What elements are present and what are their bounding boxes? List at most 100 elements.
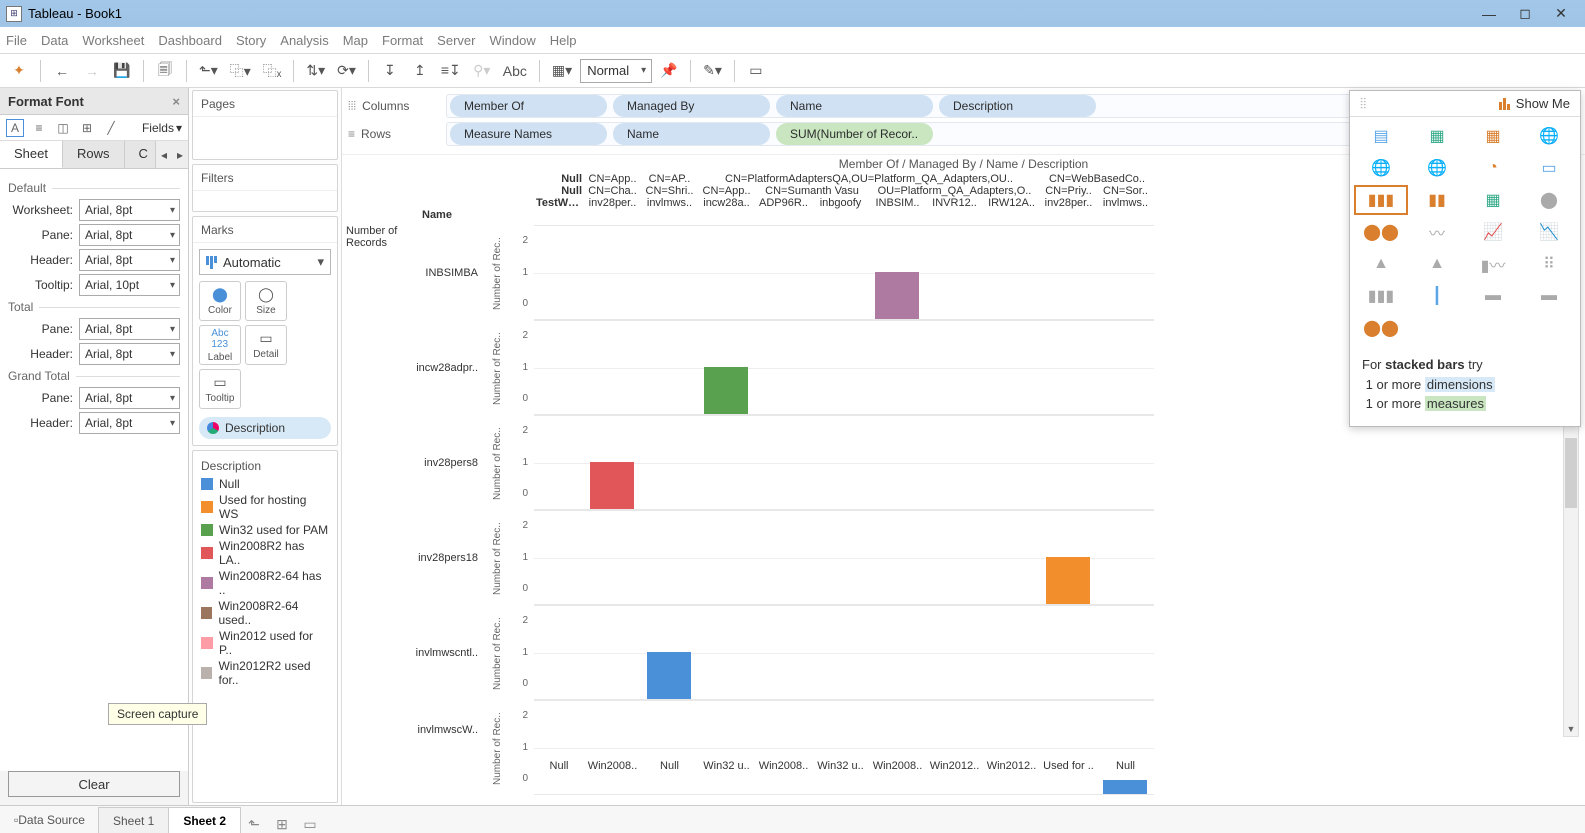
presentation-button[interactable]: ▭ <box>743 58 769 84</box>
sort-asc-button[interactable]: ↧ <box>377 58 403 84</box>
menu-help[interactable]: Help <box>550 33 577 48</box>
showme-text-table[interactable]: ▤ <box>1354 121 1408 151</box>
showme-circle[interactable]: ⬤ <box>1522 185 1576 215</box>
showme-line-disc[interactable]: 📈 <box>1466 217 1520 247</box>
showme-pie[interactable]: ◔ <box>1466 153 1520 183</box>
showme-gantt[interactable]: ▬ <box>1466 281 1520 311</box>
group-button[interactable]: ≡↧ <box>437 58 465 84</box>
legend-item[interactable]: Null <box>201 477 329 491</box>
format-fields-dropdown[interactable]: Fields▾ <box>142 121 182 135</box>
showme-symbol-map[interactable]: 🌐 <box>1522 121 1576 151</box>
legend-item[interactable]: Win2012 used for P.. <box>201 629 329 657</box>
showme-highlight-table[interactable]: ▦ <box>1466 121 1520 151</box>
show-me-grip-icon[interactable]: ⦙⦙ <box>1360 95 1366 112</box>
view-mode-select[interactable]: Normal <box>580 59 652 83</box>
show-me-title[interactable]: Show Me <box>1516 96 1570 111</box>
bar[interactable] <box>590 462 634 510</box>
showme-side-circle[interactable]: ⬤⬤ <box>1354 217 1408 247</box>
close-button[interactable]: ✕ <box>1543 3 1579 25</box>
showme-packed-bubble[interactable]: ⬤⬤ <box>1354 313 1408 343</box>
swap-button[interactable]: ⇅▾ <box>302 58 329 84</box>
marks-description-pill[interactable]: Description <box>199 417 331 439</box>
new-worksheet-button[interactable]: ⬑▾ <box>195 58 222 84</box>
bar[interactable] <box>1046 557 1090 605</box>
legend-item[interactable]: Win2008R2-64 has .. <box>201 569 329 597</box>
marks-detail-button[interactable]: ▭Detail <box>245 325 287 365</box>
showme-hbar[interactable]: ▭ <box>1522 153 1576 183</box>
legend-item[interactable]: Used for hosting WS <box>201 493 329 521</box>
format-alignment-icon[interactable]: ≡ <box>30 119 48 137</box>
fmt-gt-pane-select[interactable]: Arial, 8pt <box>79 387 180 409</box>
format-tab-next[interactable]: ▸ <box>172 141 188 168</box>
bar[interactable] <box>1103 780 1147 794</box>
bar[interactable] <box>875 272 919 320</box>
clear-sheet-button[interactable]: ⿻ₓ <box>259 58 286 84</box>
format-tab-prev[interactable]: ◂ <box>156 141 172 168</box>
scroll-thumb[interactable] <box>1565 438 1577 508</box>
highlight-format-button[interactable]: ✎▾ <box>699 58 726 84</box>
fmt-tooltip-select[interactable]: Arial, 10pt <box>79 274 180 296</box>
col-pill-name[interactable]: Name <box>776 95 933 117</box>
marks-tooltip-button[interactable]: ▭Tooltip <box>199 369 241 409</box>
bar[interactable] <box>647 652 691 700</box>
showme-line-cont[interactable]: 〰 <box>1410 217 1464 247</box>
showme-histogram[interactable]: ▮▮▮ <box>1354 281 1408 311</box>
filters-card[interactable]: Filters <box>192 164 338 212</box>
marks-color-button[interactable]: ⬤Color <box>199 281 241 321</box>
col-pill-memberof[interactable]: Member Of <box>450 95 607 117</box>
fmt-header-select[interactable]: Arial, 8pt <box>79 249 180 271</box>
menu-file[interactable]: File <box>6 33 27 48</box>
menu-dashboard[interactable]: Dashboard <box>158 33 222 48</box>
marks-type-select[interactable]: Automatic <box>199 249 331 275</box>
legend-item[interactable]: Win2008R2 has LA.. <box>201 539 329 567</box>
col-pill-managedby[interactable]: Managed By <box>613 95 770 117</box>
scroll-down-icon[interactable]: ▼ <box>1564 722 1578 736</box>
legend-item[interactable]: Win32 used for PAM <box>201 523 329 537</box>
menu-window[interactable]: Window <box>489 33 535 48</box>
duplicate-button[interactable]: ⿻▾ <box>226 58 255 84</box>
format-panel-close[interactable]: × <box>172 94 180 109</box>
minimize-button[interactable]: — <box>1471 3 1507 25</box>
row-pill-name[interactable]: Name <box>613 123 770 145</box>
format-shading-icon[interactable]: ◫ <box>54 119 72 137</box>
showme-map[interactable]: 🌐 <box>1354 153 1408 183</box>
bar[interactable] <box>704 367 748 415</box>
format-tab-columns[interactable]: C <box>125 141 157 168</box>
showme-treemap[interactable]: ▦ <box>1466 185 1520 215</box>
showme-heatmap[interactable]: ▦ <box>1410 121 1464 151</box>
showme-stacked-bar[interactable]: ▮▮▮ <box>1354 185 1408 215</box>
menu-analysis[interactable]: Analysis <box>280 33 328 48</box>
new-story-icon[interactable]: ▭ <box>296 816 324 833</box>
showme-box-plot[interactable]: ┃ <box>1410 281 1464 311</box>
format-borders-icon[interactable]: ⊞ <box>78 119 96 137</box>
showme-scatter[interactable]: ⠿ <box>1522 249 1576 279</box>
sort-desc-button[interactable]: ↥ <box>407 58 433 84</box>
tab-sheet1[interactable]: Sheet 1 <box>98 807 169 833</box>
format-tab-rows[interactable]: Rows <box>63 141 125 168</box>
tableau-logo-icon[interactable]: ✦ <box>6 58 32 84</box>
back-button[interactable]: ← <box>49 58 75 84</box>
fmt-total-header-select[interactable]: Arial, 8pt <box>79 343 180 365</box>
highlight-button[interactable]: ⚲▾ <box>469 58 495 84</box>
menu-worksheet[interactable]: Worksheet <box>82 33 144 48</box>
showme-dual-combo[interactable]: ▮〰 <box>1466 249 1520 279</box>
format-clear-button[interactable]: Clear <box>8 771 180 797</box>
fmt-worksheet-select[interactable]: Arial, 8pt <box>79 199 180 221</box>
maximize-button[interactable]: ◻ <box>1507 3 1543 25</box>
labels-button[interactable]: Abc <box>499 58 531 84</box>
showme-side-bar[interactable]: ▮▮ <box>1410 185 1464 215</box>
format-font-icon[interactable]: A <box>6 119 24 137</box>
format-lines-icon[interactable]: ╱ <box>102 119 120 137</box>
marks-size-button[interactable]: ◯Size <box>245 281 287 321</box>
row-pill-measurenames[interactable]: Measure Names <box>450 123 607 145</box>
showme-filled-map[interactable]: 🌐 <box>1410 153 1464 183</box>
pin-button[interactable]: 📌 <box>656 58 682 84</box>
save-button[interactable]: 💾 <box>109 58 135 84</box>
fmt-total-pane-select[interactable]: Arial, 8pt <box>79 318 180 340</box>
fmt-gt-header-select[interactable]: Arial, 8pt <box>79 412 180 434</box>
pages-card[interactable]: Pages <box>192 90 338 160</box>
showme-area-cont[interactable]: ▲ <box>1354 249 1408 279</box>
tab-data-source[interactable]: ▫ Data Source <box>0 807 99 833</box>
refresh-button[interactable]: ⟳▾ <box>333 58 360 84</box>
showme-dual-line[interactable]: 📉 <box>1522 217 1576 247</box>
